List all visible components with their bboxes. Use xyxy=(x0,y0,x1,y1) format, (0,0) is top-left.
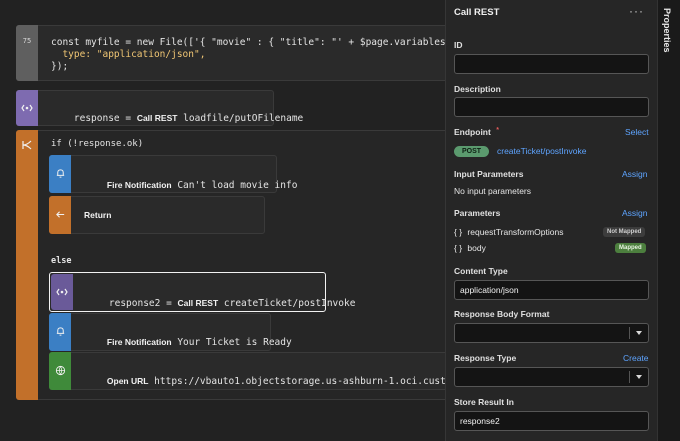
select-divider xyxy=(629,327,630,339)
store-result-input[interactable]: response2 xyxy=(454,411,649,431)
content-type-label: Content Type xyxy=(454,266,508,276)
code-line-3: }); xyxy=(51,61,69,72)
else-label: else xyxy=(51,256,72,266)
response-body-format-select[interactable] xyxy=(454,323,649,343)
input-parameters-assign-link[interactable]: Assign xyxy=(622,169,648,179)
fire-notification-1-message: Can't load movie info xyxy=(171,180,298,191)
object-brace-icon: { } xyxy=(454,243,463,253)
return-icon xyxy=(55,211,64,218)
open-url-value: https://vbauto1.objectstorage.us-ashburn… xyxy=(154,376,445,387)
call-rest-1-endpoint: loadfile/putOFilename xyxy=(177,113,304,124)
input-parameters-label: Input Parameters xyxy=(454,169,524,179)
fire-notification-1-label: Fire Notification xyxy=(106,180,172,190)
call-rest-2-label: Call REST xyxy=(177,298,219,308)
bell-icon xyxy=(56,327,64,336)
more-icon[interactable]: ··· xyxy=(629,4,644,18)
no-input-parameters-text: No input parameters xyxy=(454,186,532,196)
response-type-label: Response Type xyxy=(454,353,517,363)
action-chain-canvas[interactable]: 75 const myfile = new File(['{ "movie" :… xyxy=(0,0,445,441)
open-url-text: Open URL https://vbauto1.objectstorage.u… xyxy=(84,365,445,398)
notification-rail-2 xyxy=(49,313,71,351)
code-line-2: type: "application/json", xyxy=(51,49,206,60)
call-rest-2-var: response2 = xyxy=(108,298,178,309)
fire-notification-2-label: Fire Notification xyxy=(106,337,172,347)
description-label: Description xyxy=(454,84,501,94)
if-rail xyxy=(16,130,38,400)
mapped-badge: Mapped xyxy=(615,243,646,253)
properties-side-tab[interactable]: Properties xyxy=(657,0,680,441)
return-block[interactable] xyxy=(49,196,265,234)
parameter-name: requestTransformOptions xyxy=(467,227,564,237)
if-condition: if (!response.ok) xyxy=(51,139,144,149)
open-url-label: Open URL xyxy=(106,376,149,386)
endpoint-label: Endpoint * xyxy=(454,127,499,137)
code-block-rail: 75 xyxy=(16,25,38,81)
parameter-name: body xyxy=(467,243,486,253)
response-body-format-label: Response Body Format xyxy=(454,309,550,319)
line-number: 75 xyxy=(22,37,32,45)
call-rest-1-label: Call REST xyxy=(136,113,178,123)
bell-icon xyxy=(56,169,64,178)
store-result-label: Store Result In xyxy=(454,397,514,407)
call-rest-1-var: response = xyxy=(73,113,137,124)
branch-icon xyxy=(22,140,32,150)
code-line-1: const myfile = new File(['{ "movie" : { … xyxy=(51,37,445,48)
post-method-badge: POST xyxy=(454,146,490,157)
globe-icon xyxy=(55,365,65,376)
required-marker: * xyxy=(496,127,499,134)
endpoint-value-link[interactable]: createTicket/postInvoke xyxy=(497,146,586,156)
call-rest-rail-1 xyxy=(16,90,38,126)
response-type-select[interactable] xyxy=(454,367,649,387)
parameters-assign-link[interactable]: Assign xyxy=(622,208,648,218)
call-rest-2-endpoint: createTicket/postInvoke xyxy=(218,298,356,309)
not-mapped-badge: Not Mapped xyxy=(603,227,646,237)
parameters-label: Parameters xyxy=(454,208,501,218)
properties-panel: Call REST ··· ID Description Endpoint * … xyxy=(445,0,657,441)
call-rest-rail-2 xyxy=(51,274,73,310)
select-divider xyxy=(629,371,630,383)
id-label: ID xyxy=(454,40,463,50)
response-type-create-link[interactable]: Create xyxy=(623,353,649,363)
description-input[interactable] xyxy=(454,97,649,117)
id-input[interactable] xyxy=(454,54,649,74)
object-brace-icon: { } xyxy=(454,227,463,237)
chevron-down-icon xyxy=(636,331,642,335)
open-url-rail xyxy=(49,352,71,390)
properties-tab-label: Properties xyxy=(662,8,672,53)
content-type-input[interactable]: application/json xyxy=(454,280,649,300)
endpoint-select-link[interactable]: Select xyxy=(625,127,649,137)
return-rail xyxy=(49,196,71,234)
call-rest-icon xyxy=(56,288,68,296)
call-rest-icon xyxy=(21,104,33,112)
notification-rail-1 xyxy=(49,155,71,193)
fire-notification-2-message: Your Ticket is Ready xyxy=(171,337,292,348)
return-label: Return xyxy=(84,210,112,220)
chevron-down-icon xyxy=(636,375,642,379)
panel-title: Call REST xyxy=(454,7,500,18)
endpoint-label-text: Endpoint xyxy=(454,127,491,137)
